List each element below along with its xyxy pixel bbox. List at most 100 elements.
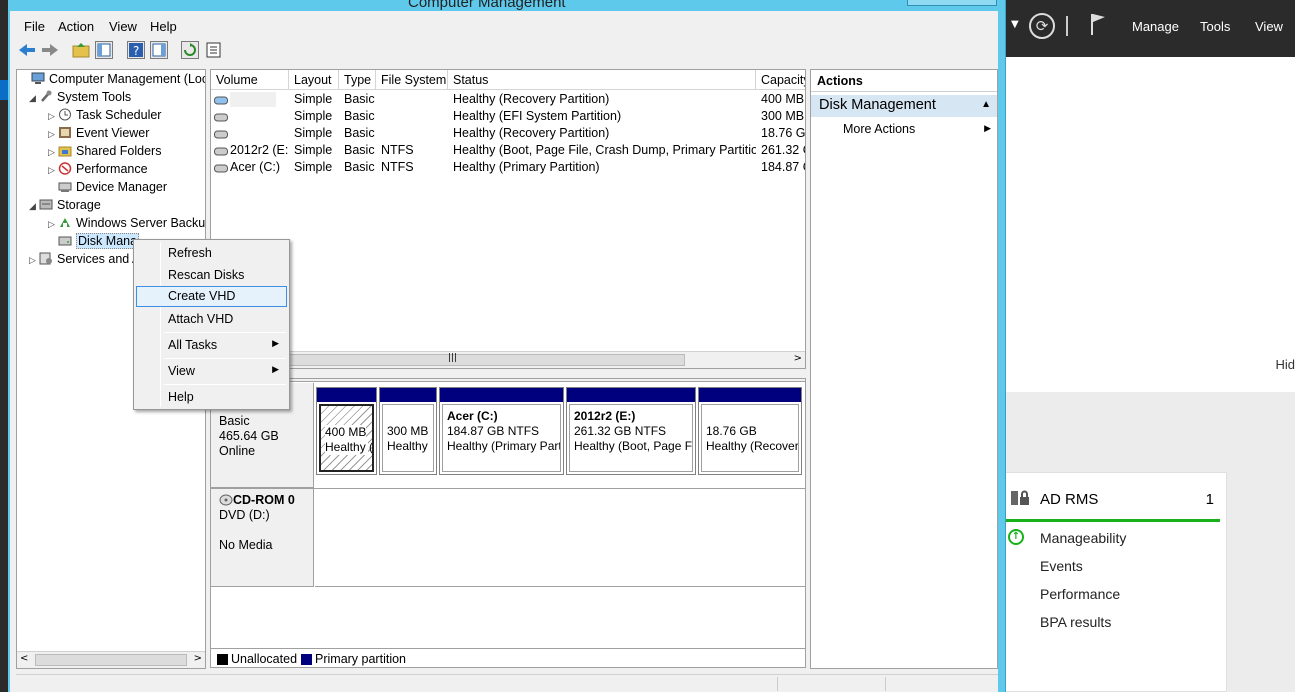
cdrom-0-name: CD-ROM 0 xyxy=(233,493,295,507)
tree-item-event-viewer[interactable]: ▷ Event Viewer xyxy=(48,126,149,143)
cell-capacity: 400 MB xyxy=(761,92,805,106)
server-lock-icon xyxy=(1010,489,1032,510)
partition-status: Healthy (Primary Part xyxy=(447,439,561,453)
collapsed-arrow-icon[interactable]: ▷ xyxy=(29,255,39,266)
ad-rms-tile[interactable]: AD RMS 1 ↑ Manageability Events Performa… xyxy=(1005,472,1227,692)
tree-item-disk-mana[interactable]: Disk Mana xyxy=(48,233,140,251)
menu-help[interactable]: Help xyxy=(150,19,177,34)
menu-item-rescan-disks[interactable]: Rescan Disks xyxy=(136,265,287,286)
tree-horizontal-scrollbar[interactable]: < > xyxy=(17,651,205,668)
actions-section-disk-management[interactable]: Disk Management ▲ xyxy=(811,95,997,117)
collapsed-arrow-icon[interactable]: ▷ xyxy=(48,165,58,176)
tree-item-shared-folders[interactable]: ▷ Shared Folders xyxy=(48,144,161,161)
menu-item-refresh[interactable]: Refresh xyxy=(136,243,287,264)
cell-status: Healthy (Boot, Page File, Crash Dump, Pr… xyxy=(453,143,756,157)
menu-item-all-tasks[interactable]: All Tasks ▶ xyxy=(136,335,287,356)
tree-item-services-and-a[interactable]: ▷ Services and A xyxy=(29,252,140,269)
partition-header-bar xyxy=(567,388,695,402)
menu-file[interactable]: File xyxy=(24,19,45,34)
properties-icon[interactable] xyxy=(205,41,223,62)
dropdown-arrow-icon[interactable]: ▼ xyxy=(1011,19,1019,30)
collapsed-arrow-icon[interactable]: ▷ xyxy=(48,219,58,230)
tree-item-storage[interactable]: ◢ Storage xyxy=(29,198,101,215)
partition-header-bar xyxy=(317,388,376,402)
table-row[interactable]: Acer (C:) Simple Basic NTFS Healthy (Primary… xyxy=(211,159,805,176)
status-separator-1 xyxy=(777,677,778,691)
scroll-thumb[interactable] xyxy=(35,654,187,666)
actions-pane: Actions Disk Management ▲ More Actions ▶ xyxy=(810,69,998,669)
expanded-arrow-icon[interactable]: ◢ xyxy=(29,201,39,212)
partition-size: 18.76 GB xyxy=(706,424,757,438)
view-menu[interactable]: View xyxy=(1255,19,1283,34)
manage-menu[interactable]: Manage xyxy=(1132,19,1179,34)
volume-horizontal-scrollbar[interactable]: ||| > xyxy=(211,351,805,368)
tree-item-system-tools[interactable]: ◢ System Tools xyxy=(29,90,131,107)
tree-item-performance[interactable]: ▷ Performance xyxy=(48,162,148,179)
collapsed-arrow-icon[interactable]: ▷ xyxy=(48,129,58,140)
all-tasks-label: All Tasks xyxy=(168,338,218,352)
cell-volume xyxy=(230,109,288,126)
partition-0[interactable]: 400 MB Healthy ( xyxy=(316,387,377,475)
menu-view[interactable]: View xyxy=(109,19,137,34)
volume-drive-icon xyxy=(214,145,228,159)
show-hide-tree-icon[interactable] xyxy=(95,41,113,59)
flag-icon[interactable] xyxy=(1089,12,1107,39)
tile-manageability[interactable]: Manageability xyxy=(1040,530,1126,546)
partition-1[interactable]: 300 MB Healthy xyxy=(379,387,437,475)
column-header-layout[interactable]: Layout xyxy=(289,70,339,90)
menu-item-help[interactable]: Help xyxy=(136,387,287,408)
table-row[interactable]: 2012r2 (E:) Simple Basic NTFS Healthy (Boot,… xyxy=(211,142,805,159)
collapsed-arrow-icon[interactable]: ▷ xyxy=(48,147,58,158)
tree-item-windows-server-backup[interactable]: ▷ Windows Server Backup xyxy=(48,216,205,233)
scroll-right-icon[interactable]: > xyxy=(194,653,202,664)
tile-bpa-results[interactable]: BPA results xyxy=(1040,614,1111,630)
tree-item-task-scheduler[interactable]: ▷ Task Scheduler xyxy=(48,108,161,125)
cell-type: Basic xyxy=(344,109,375,123)
hide-link[interactable]: Hid xyxy=(1275,357,1295,372)
table-row[interactable]: Simple Basic Healthy (EFI System Partition… xyxy=(211,108,805,125)
cell-status: Healthy (Recovery Partition) xyxy=(453,92,610,106)
column-header-file-system[interactable]: File System xyxy=(376,70,448,90)
collapsed-arrow-icon[interactable]: ▷ xyxy=(48,111,58,122)
tile-performance[interactable]: Performance xyxy=(1040,586,1120,602)
menu-separator xyxy=(164,332,286,333)
menu-item-view[interactable]: View ▶ xyxy=(136,361,287,382)
cdrom-0-label[interactable]: CD-ROM 0 DVD (D:) No Media xyxy=(211,489,314,587)
collapse-up-icon[interactable]: ▲ xyxy=(981,99,991,110)
column-header-volume[interactable]: Volume xyxy=(211,70,289,90)
refresh-icon[interactable] xyxy=(181,41,199,59)
menu-item-attach-vhd[interactable]: Attach VHD xyxy=(136,309,287,330)
back-icon[interactable] xyxy=(18,42,36,61)
expanded-arrow-icon[interactable]: ◢ xyxy=(29,93,39,104)
up-folder-icon[interactable] xyxy=(72,41,90,62)
more-actions[interactable]: More Actions xyxy=(843,122,915,136)
help-icon[interactable]: ? xyxy=(127,41,145,59)
tree-item-computer-management-local[interactable]: Computer Management (Local xyxy=(21,72,205,89)
menu-action[interactable]: Action xyxy=(58,19,94,34)
partition-2[interactable]: Acer (C:) 184.87 GB NTFS Healthy (Primary … xyxy=(439,387,564,475)
scroll-right-icon[interactable]: > xyxy=(794,353,802,364)
partition-3[interactable]: 2012r2 (E:) 261.32 GB NTFS Healthy (Boot, … xyxy=(566,387,696,475)
menu-item-create-vhd[interactable]: Create VHD xyxy=(136,286,287,307)
column-header-status[interactable]: Status xyxy=(448,70,756,90)
column-header-type[interactable]: Type xyxy=(339,70,376,90)
tile-title: AD RMS xyxy=(1040,491,1099,508)
window-controls[interactable] xyxy=(907,0,997,6)
cell-capacity: 184.87 G xyxy=(761,160,805,174)
tree-item-device-manager[interactable]: Device Manager xyxy=(48,180,167,197)
tile-status-bar xyxy=(1006,519,1220,522)
table-row[interactable]: Simple Basic Healthy (Recovery Partition) 4… xyxy=(211,91,805,108)
show-hide-action-pane-icon[interactable] xyxy=(150,41,168,59)
partition-header-bar xyxy=(380,388,436,402)
cdrom-0-media: No Media xyxy=(219,538,273,552)
partition-size: 300 MB xyxy=(387,424,429,438)
scroll-left-icon[interactable]: < xyxy=(20,653,28,664)
partition-4[interactable]: 18.76 GB Healthy (Recover xyxy=(698,387,802,475)
tools-menu[interactable]: Tools xyxy=(1200,19,1230,34)
forward-icon[interactable] xyxy=(41,42,59,61)
table-row[interactable]: Simple Basic Healthy (Recovery Partition) 1… xyxy=(211,125,805,142)
status-bar xyxy=(16,674,998,692)
tile-events[interactable]: Events xyxy=(1040,558,1083,574)
column-header-capacity[interactable]: Capacity xyxy=(756,70,805,90)
refresh-icon[interactable]: ⟳ xyxy=(1029,13,1055,39)
